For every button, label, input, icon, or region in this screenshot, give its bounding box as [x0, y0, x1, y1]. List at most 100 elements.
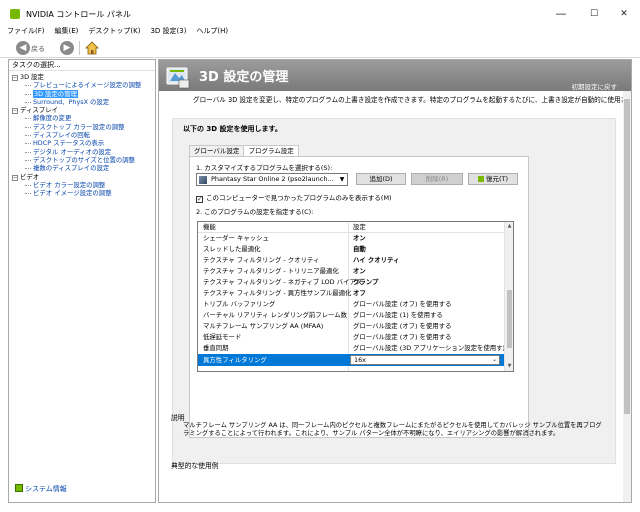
step1-label: 1. カスタマイズするプログラムを選択する(S): — [196, 164, 333, 172]
feature-cell: シェーダー キャッシュ — [203, 234, 269, 242]
program-select-value: Phantasy Star Online 2 (pso2launch... — [211, 175, 334, 183]
collapse-icon[interactable]: − — [12, 75, 18, 81]
sidebar-header: タスクの選択... — [9, 60, 155, 71]
table-row[interactable]: テクスチャ フィルタリング - トリリニア最適化 オン — [198, 266, 513, 277]
menu-3d-settings[interactable]: 3D 設定(3) — [147, 25, 189, 38]
table-row[interactable]: バーチャル リアリティ レンダリング前フレーム数 グローバル設定 (1) を使用す… — [198, 310, 513, 321]
setting-cell: グローバル設定 (オフ) を使用する — [353, 333, 452, 341]
tree-item-video-image[interactable]: ビデオ イメージ設定の調整 — [9, 189, 155, 197]
page-banner: 3D 設定の管理 初期設定に戻す — [159, 60, 631, 91]
restore-program-button[interactable]: 復元(T) — [468, 173, 518, 185]
tree-item-digital-audio[interactable]: デジタル オーディオの設定 — [9, 148, 155, 156]
3d-settings-icon — [166, 67, 190, 89]
tree-item-preview-image[interactable]: プレビューによるイメージ設定の調整 — [9, 81, 155, 89]
table-row-selected[interactable]: 異方性フィルタリング 16x ⌄ — [198, 354, 513, 366]
menu-help[interactable]: ヘルプ(H) — [193, 25, 231, 38]
setting-cell: グローバル設定 (オフ) を使用する — [353, 322, 452, 330]
column-header-feature[interactable]: 機能 — [203, 222, 216, 233]
tree-item-video-color[interactable]: ビデオ カラー設定の調整 — [9, 181, 155, 189]
chevron-down-icon[interactable]: ⌄ — [492, 356, 497, 364]
feature-cell: スレッドした最適化 — [203, 245, 261, 253]
show-only-found-checkbox[interactable]: ✓ このコンピューターで見つかったプログラムのみを表示する(M) — [196, 192, 392, 203]
table-row[interactable]: シェーダー キャッシュ オン — [198, 233, 513, 244]
setting-cell: グローバル設定 (オフ) を使用する — [353, 300, 452, 308]
tree-item-manage-3d[interactable]: 3D 設定の管理 — [9, 89, 155, 98]
table-row[interactable]: テクスチャ フィルタリング - 異方性サンプル最適化 オフ — [198, 288, 513, 299]
setting-cell: 自動 — [353, 245, 366, 253]
table-row[interactable]: 低遅延モード グローバル設定 (オフ) を使用する — [198, 332, 513, 343]
table-row[interactable]: 垂直同期 グローバル設定 (3D アプリケーション設定を使用す) — [198, 343, 513, 354]
scroll-thumb[interactable] — [507, 290, 512, 348]
feature-cell: テクスチャ フィルタリング - クオリティ — [203, 256, 320, 264]
tree-category-display[interactable]: − ディスプレイ — [9, 106, 155, 115]
show-only-found-label: このコンピューターで見つかったプログラムのみを表示する(M) — [206, 194, 392, 202]
table-row[interactable]: テクスチャ フィルタリング - ネガティブ LOD バイアス クランプ — [198, 277, 513, 288]
feature-cell: テクスチャ フィルタリング - トリリニア最適化 — [203, 267, 339, 275]
program-settings-body: 1. カスタマイズするプログラムを選択する(S): Phantasy Star … — [189, 156, 529, 438]
main-scroll-thumb[interactable] — [624, 99, 630, 414]
feature-cell: テクスチャ フィルタリング - 異方性サンプル最適化 — [203, 289, 352, 297]
system-info-link[interactable]: システム情報 — [15, 484, 67, 494]
menu-file[interactable]: ファイル(F) — [4, 25, 48, 38]
selected-feature-label: 異方性フィルタリング — [203, 356, 267, 364]
setting-cell: ハイ クオリティ — [353, 256, 400, 264]
task-sidebar: タスクの選択... −3D 設定 プレビューによるイメージ設定の調整 3D 設定… — [8, 59, 156, 503]
home-icon[interactable] — [85, 41, 99, 55]
table-row[interactable]: マルチフレーム サンプリング AA (MFAA) グローバル設定 (オフ) を使用… — [198, 321, 513, 332]
scroll-up-icon[interactable]: ▲ — [505, 222, 513, 231]
setting-cell: オン — [353, 234, 366, 242]
menu-edit[interactable]: 編集(E) — [52, 25, 82, 38]
system-info-label[interactable]: システム情報 — [25, 485, 67, 493]
collapse-icon[interactable]: − — [12, 108, 18, 115]
maximize-button[interactable]: ☐ — [582, 6, 606, 22]
title-bar: NVIDIA コントロール パネル — ☐ ✕ — [0, 0, 640, 28]
menu-desktop[interactable]: デスクトップ(K) — [85, 25, 143, 38]
tree-category-video[interactable]: − ビデオ — [9, 173, 155, 181]
page-description: グローバル 3D 設定を変更し、特定のプログラムの上書き設定を作成できます。特定… — [193, 96, 632, 104]
feature-cell: 垂直同期 — [203, 344, 229, 352]
table-row[interactable]: トリプル バッファリング グローバル設定 (オフ) を使用する — [198, 299, 513, 310]
close-button[interactable]: ✕ — [612, 6, 636, 22]
back-label[interactable]: 戻る — [31, 44, 45, 54]
selected-setting-dropdown[interactable]: 16x ⌄ — [350, 355, 500, 365]
minimize-button[interactable]: — — [549, 6, 573, 22]
tree-item-resolution[interactable]: 解像度の変更 — [9, 114, 155, 122]
tab-global-settings[interactable]: グローバル設定 — [189, 145, 245, 156]
back-button[interactable]: ◀ — [16, 41, 30, 55]
main-scrollbar[interactable] — [623, 91, 631, 502]
setting-cell: クランプ — [353, 278, 379, 286]
add-program-button[interactable]: 追加(D) — [356, 173, 406, 185]
table-row[interactable]: テクスチャ フィルタリング - クオリティ ハイ クオリティ — [198, 255, 513, 266]
toolbar: ◀ 戻る ▶ — [0, 38, 640, 58]
scroll-down-icon[interactable]: ▼ — [505, 362, 513, 371]
explanation-title: 説明 — [171, 414, 185, 422]
chevron-down-icon[interactable]: ▼ — [337, 174, 347, 185]
main-content: 3D 設定の管理 初期設定に戻す グローバル 3D 設定を変更し、特定のプログラ… — [158, 59, 632, 503]
tree-item-multi-display[interactable]: 複数のディスプレイの設定 — [9, 164, 155, 172]
feature-cell: バーチャル リアリティ レンダリング前フレーム数 — [203, 311, 348, 319]
tree-item-hdcp[interactable]: HDCP ステータスの表示 — [9, 139, 155, 147]
tree-item-surround-physx[interactable]: Surround、PhysX の設定 — [9, 98, 155, 106]
tree-item-desktop-color[interactable]: デスクトップ カラー設定の調整 — [9, 123, 155, 131]
program-icon — [199, 176, 207, 184]
grid-rows: シェーダー キャッシュ オンスレッドした最適化 自動テクスチャ フィルタリング - … — [198, 233, 513, 354]
program-select[interactable]: Phantasy Star Online 2 (pso2launch... ▼ — [196, 173, 348, 186]
grid-header: 機能 設定 — [198, 222, 513, 233]
table-row[interactable]: スレッドした最適化 自動 — [198, 244, 513, 255]
feature-cell: 低遅延モード — [203, 333, 242, 341]
collapse-icon[interactable]: − — [12, 174, 18, 181]
feature-cell: マルチフレーム サンプリング AA (MFAA) — [203, 322, 324, 330]
setting-cell: グローバル設定 (1) を使用する — [353, 311, 443, 319]
checkbox-checked-icon[interactable]: ✓ — [196, 196, 203, 203]
column-header-setting[interactable]: 設定 — [353, 222, 366, 233]
explanation-text: マルチフレーム サンプリング AA は、同一フレーム内のピクセルと複数フレームに… — [183, 422, 602, 437]
feature-cell: テクスチャ フィルタリング - ネガティブ LOD バイアス — [203, 278, 363, 286]
forward-button[interactable]: ▶ — [60, 41, 74, 55]
toolbar-separator — [79, 41, 80, 55]
task-tree: −3D 設定 プレビューによるイメージ設定の調整 3D 設定の管理 Surrou… — [9, 71, 155, 197]
settings-grid: 機能 設定 シェーダー キャッシュ オンスレッドした最適化 自動テクスチャ フィルタ… — [197, 221, 514, 372]
restore-defaults-link[interactable]: 初期設定に戻す — [572, 81, 618, 91]
grid-scrollbar[interactable]: ▲ ▼ — [504, 222, 513, 371]
page-title: 3D 設定の管理 — [199, 70, 289, 85]
remove-program-button[interactable]: 削除(R) — [411, 173, 463, 185]
